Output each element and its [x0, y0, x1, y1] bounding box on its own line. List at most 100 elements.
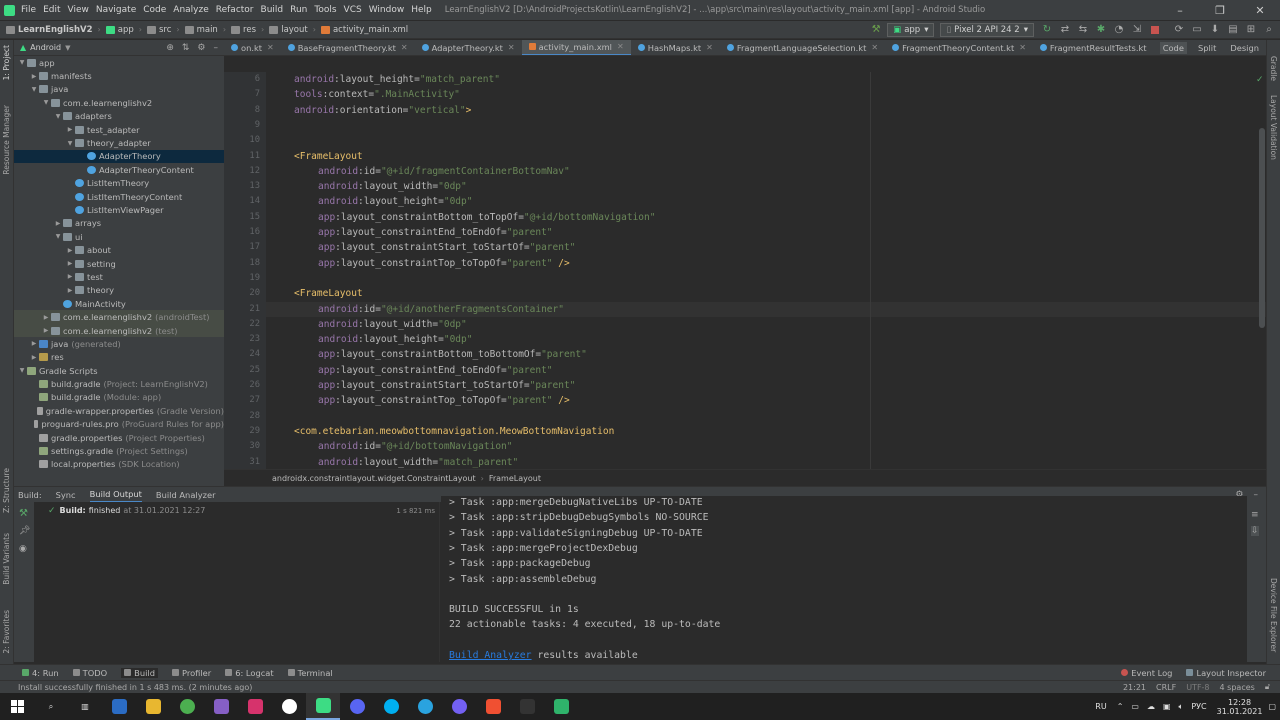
- tree-item[interactable]: ▶ about: [14, 243, 224, 256]
- toolwindow-todo[interactable]: TODO: [72, 668, 107, 678]
- menu-run[interactable]: Run: [290, 5, 307, 15]
- tree-item[interactable]: ▼ com.e.learnenglishv2: [14, 96, 224, 109]
- chevron-down-icon[interactable]: ▼: [54, 233, 62, 240]
- code-line[interactable]: app:layout_constraintBottom_toTopOf="@+i…: [266, 210, 1266, 225]
- breadcrumb-item[interactable]: activity_main.xml: [333, 25, 408, 35]
- tree-item[interactable]: ListItemTheory: [14, 177, 224, 190]
- menu-vcs[interactable]: VCS: [344, 5, 362, 15]
- tree-item[interactable]: ▶ test_adapter: [14, 123, 224, 136]
- code-line[interactable]: android:layout_height="match_parent": [266, 72, 1266, 87]
- network-icon[interactable]: ▭: [1131, 702, 1139, 711]
- tab-on-kt[interactable]: on.kt ✕: [224, 40, 281, 55]
- soft-wrap-icon[interactable]: ≡: [1251, 510, 1259, 520]
- debug-icon[interactable]: ✱: [1094, 23, 1108, 37]
- code-line[interactable]: [266, 118, 1266, 133]
- taskbar-viber[interactable]: [442, 693, 476, 720]
- code-line[interactable]: [266, 271, 1266, 286]
- build-status-row[interactable]: ✓ Build: finished at 31.01.2021 12:27 1 …: [34, 502, 439, 519]
- chevron-down-icon[interactable]: ▼: [18, 367, 26, 374]
- menu-edit[interactable]: Edit: [43, 5, 60, 15]
- code-line[interactable]: android:id="@+id/fragmentContainerBottom…: [266, 164, 1266, 179]
- clock[interactable]: 12:28 31.01.2021: [1217, 698, 1263, 716]
- chevron-right-icon[interactable]: ▶: [66, 287, 74, 294]
- chevron-right-icon[interactable]: ▶: [30, 354, 38, 361]
- tree-item[interactable]: ▼ ui: [14, 230, 224, 243]
- stripe-device-file-explorer[interactable]: Device File Explorer: [1269, 578, 1278, 652]
- close-icon[interactable]: ✕: [401, 43, 408, 52]
- layout-inspector-icon[interactable]: ▤: [1226, 23, 1240, 37]
- tree-item[interactable]: ▼ adapters: [14, 110, 224, 123]
- chevron-up-icon[interactable]: ⌃: [1117, 702, 1124, 711]
- taskbar-snipping[interactable]: [102, 693, 136, 720]
- taskbar-task-view[interactable]: ▥: [68, 693, 102, 720]
- tree-item[interactable]: ▼ Gradle Scripts: [14, 364, 224, 377]
- attach-debugger-icon[interactable]: ⇲: [1130, 23, 1144, 37]
- close-icon[interactable]: ✕: [706, 43, 713, 52]
- sync-icon[interactable]: ⟳: [1172, 23, 1186, 37]
- taskbar-visual-studio[interactable]: [204, 693, 238, 720]
- code-line[interactable]: app:layout_constraintStart_toStartOf="pa…: [266, 240, 1266, 255]
- tree-item[interactable]: MainActivity: [14, 297, 224, 310]
- close-icon[interactable]: ✕: [1019, 43, 1026, 52]
- close-icon[interactable]: ✕: [617, 42, 624, 51]
- eye-icon[interactable]: ◉: [19, 544, 27, 554]
- avd-manager-icon[interactable]: ▭: [1190, 23, 1204, 37]
- scroll-to-end-icon[interactable]: ⇩: [1251, 526, 1259, 536]
- assistant-icon[interactable]: ⊞: [1244, 23, 1258, 37]
- tree-item[interactable]: ▼ app: [14, 56, 224, 69]
- editor-scrollbar[interactable]: [1259, 128, 1265, 328]
- layout-inspector-button[interactable]: Layout Inspector: [1186, 668, 1266, 678]
- chevron-right-icon[interactable]: ▶: [66, 273, 74, 280]
- profile-icon[interactable]: ◔: [1112, 23, 1126, 37]
- tab-fragmentlanguageselection-kt[interactable]: FragmentLanguageSelection.kt ✕: [720, 40, 885, 55]
- device-select[interactable]: ▯ Pixel 2 API 24 2 ▾: [940, 22, 1034, 37]
- chevron-down-icon[interactable]: ▼: [54, 113, 62, 120]
- code-line[interactable]: android:layout_height="0dp": [266, 332, 1266, 347]
- toolwindow-profiler[interactable]: Profiler: [171, 668, 211, 678]
- breadcrumb-item[interactable]: main: [197, 25, 218, 35]
- breadcrumb-item[interactable]: layout: [281, 25, 308, 35]
- tab-fragmentresulttests-kt[interactable]: FragmentResultTests.kt✕: [1033, 40, 1165, 55]
- build-output[interactable]: > Task :app:mergeDebugNativeLibs UP-TO-D…: [441, 496, 1247, 662]
- rebuild-icon[interactable]: ⚒: [19, 508, 28, 519]
- tab-activity-main-xml[interactable]: activity_main.xml ✕: [521, 40, 631, 55]
- tree-item[interactable]: build.gradle (Project: LearnEnglishV2): [14, 377, 224, 390]
- code-line[interactable]: app:layout_constraintTop_toTopOf="parent…: [266, 256, 1266, 271]
- taskbar-chrome[interactable]: [170, 693, 204, 720]
- tab-build-analyzer[interactable]: Build Analyzer: [156, 488, 216, 502]
- stripe-project[interactable]: 1: Project: [2, 45, 11, 80]
- split-mode-button[interactable]: Split: [1195, 42, 1219, 54]
- stripe-structure[interactable]: Z: Structure: [2, 468, 11, 513]
- code-line[interactable]: android:id="@+id/bottomNavigation": [266, 439, 1266, 454]
- taskbar-telegram[interactable]: [408, 693, 442, 720]
- chevron-right-icon[interactable]: ▶: [30, 73, 38, 80]
- start-button[interactable]: [0, 693, 34, 720]
- tree-item[interactable]: AdapterTheoryContent: [14, 163, 224, 176]
- chevron-down-icon[interactable]: ▼: [66, 140, 74, 147]
- close-icon[interactable]: ✕: [267, 43, 274, 52]
- chevron-right-icon[interactable]: ▶: [42, 327, 50, 334]
- toolwindow-4-run[interactable]: 4: Run: [22, 668, 59, 678]
- close-button[interactable]: ✕: [1240, 4, 1280, 17]
- tree-item[interactable]: ▶ manifests: [14, 69, 224, 82]
- tab-hashmaps-kt[interactable]: HashMaps.kt ✕: [631, 40, 720, 55]
- chevron-right-icon[interactable]: ▶: [66, 247, 74, 254]
- toolwindow-build[interactable]: Build: [121, 667, 158, 678]
- code-line[interactable]: android:layout_width="0dp": [266, 317, 1266, 332]
- run-config-select[interactable]: ▣ app ▾: [887, 22, 935, 37]
- tree-item[interactable]: ListItemViewPager: [14, 203, 224, 216]
- notifications-icon[interactable]: ▢: [1268, 702, 1276, 711]
- tree-item[interactable]: ListItemTheoryContent: [14, 190, 224, 203]
- code-line[interactable]: [266, 409, 1266, 424]
- volume-icon[interactable]: 🔈︎: [1179, 702, 1184, 712]
- stripe-gradle[interactable]: Gradle: [1269, 56, 1278, 81]
- status-message[interactable]: Install successfully finished in 1 s 483…: [18, 683, 252, 692]
- event-log-button[interactable]: Event Log: [1121, 668, 1172, 678]
- menu-refactor[interactable]: Refactor: [216, 5, 254, 15]
- tree-item[interactable]: ▶ theory: [14, 284, 224, 297]
- chevron-right-icon[interactable]: ▶: [66, 126, 74, 133]
- code-line[interactable]: app:layout_constraintTop_toTopOf="parent…: [266, 393, 1266, 408]
- hammer-icon[interactable]: ⚒: [869, 23, 883, 37]
- chevron-down-icon[interactable]: ▼: [18, 59, 26, 66]
- taskbar-app-green[interactable]: [544, 693, 578, 720]
